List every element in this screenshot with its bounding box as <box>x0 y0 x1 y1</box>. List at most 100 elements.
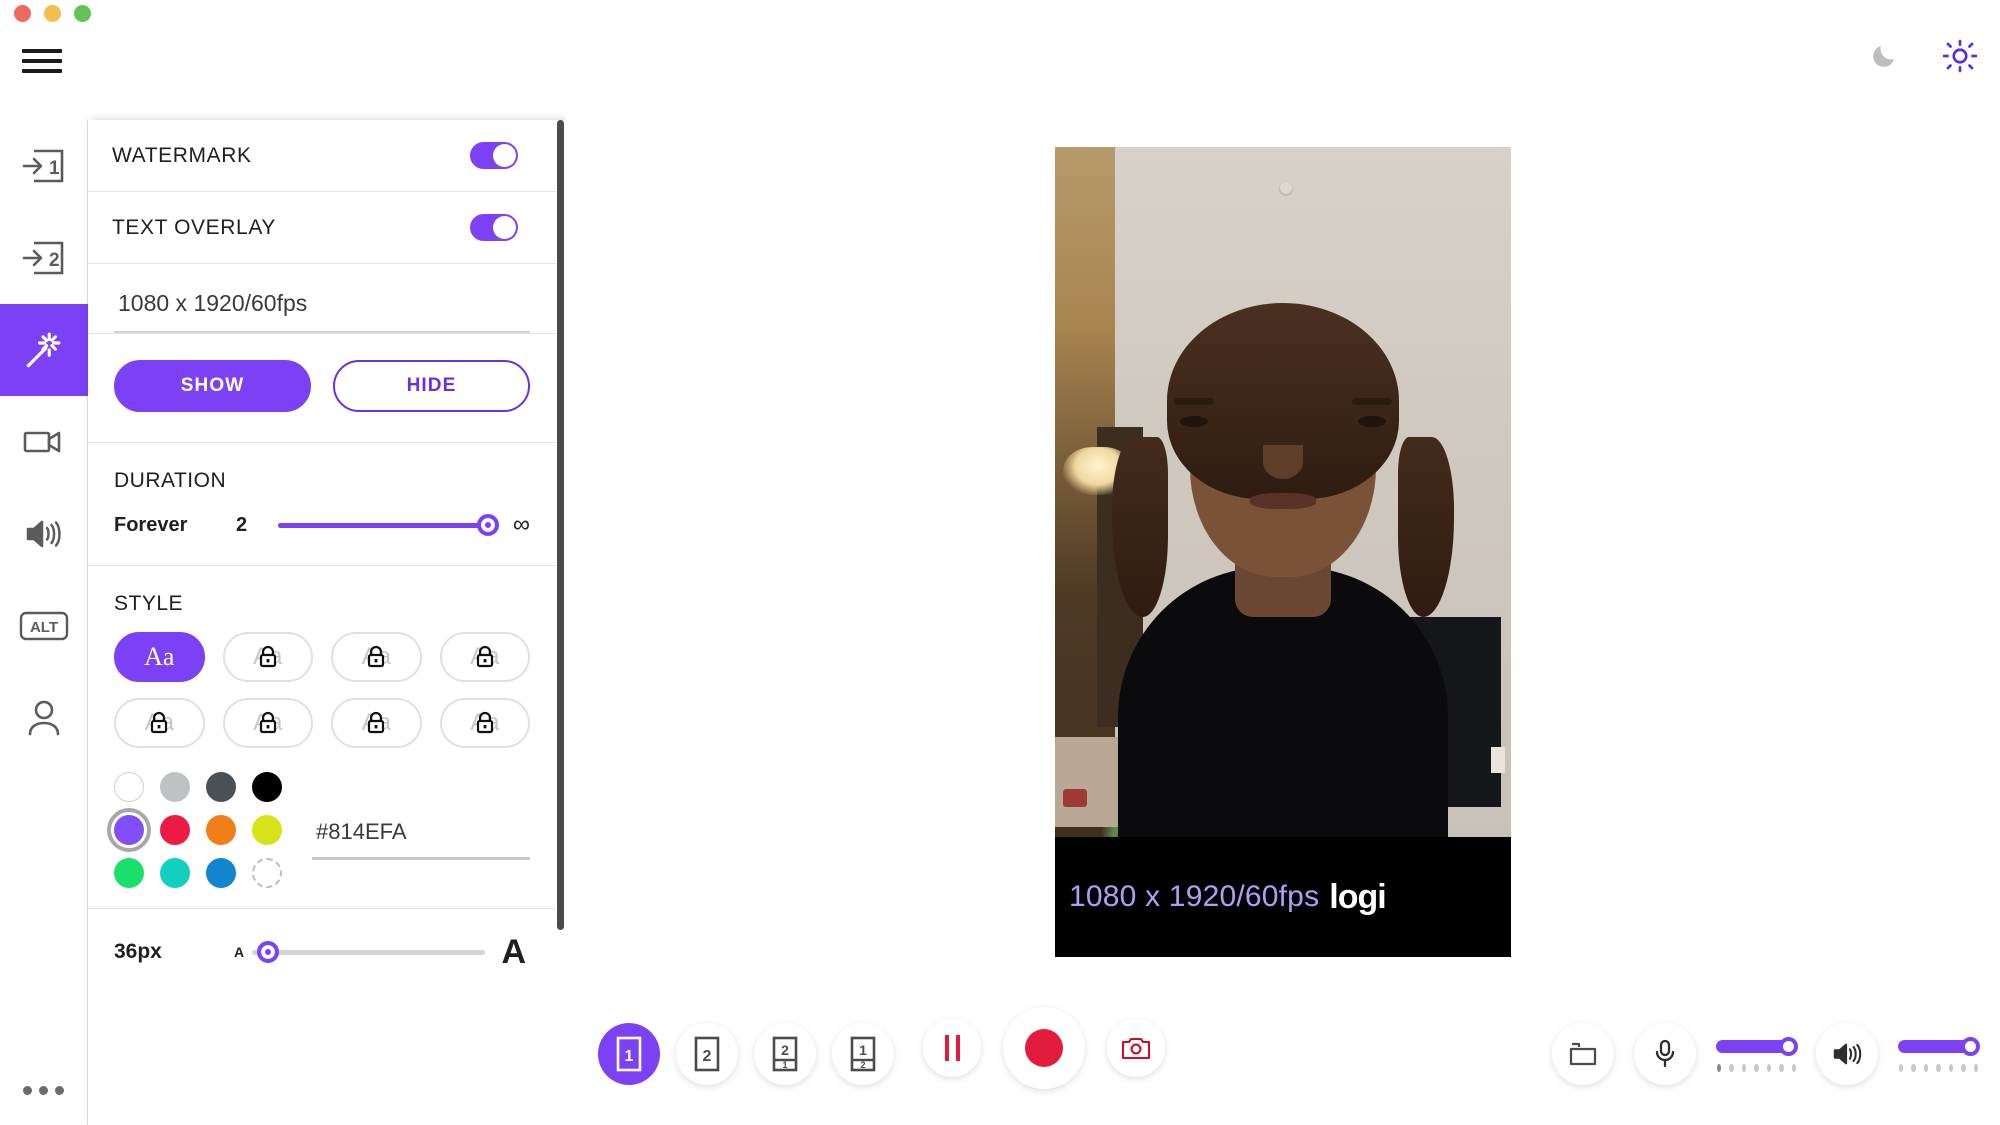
duration-row: Forever 2 ∞ <box>88 503 556 566</box>
style-chip-2[interactable]: Aa <box>222 632 313 682</box>
bottom-toolbar: 122112 <box>88 995 2000 1125</box>
style-section-label: STYLE <box>114 592 184 615</box>
lock-icon <box>368 711 385 734</box>
settings-panel-scroll: WATERMARK TEXT OVERLAY SHOW HIDE DURATIO… <box>88 120 556 1125</box>
layout-1-over-2[interactable]: 12 <box>832 1023 894 1085</box>
speaker-volume-slider[interactable] <box>1898 1036 1980 1056</box>
layout-single-2[interactable]: 2 <box>676 1023 738 1085</box>
style-chip-5[interactable]: Aa <box>114 698 205 748</box>
more-options-button[interactable] <box>0 1055 88 1125</box>
style-chip-7[interactable]: Aa <box>331 698 422 748</box>
watermark-label: WATERMARK <box>112 143 252 167</box>
pause-icon <box>944 1035 960 1061</box>
hide-button[interactable]: HIDE <box>333 360 530 412</box>
layout-2-over-1[interactable]: 21 <box>754 1023 816 1085</box>
layout-button-group: 122112 <box>598 1023 894 1085</box>
font-size-slider-track <box>252 949 486 955</box>
style-chip-8[interactable]: Aa <box>439 698 530 748</box>
microphone-volume-control <box>1716 1036 1798 1072</box>
color-swatch-orange[interactable] <box>206 815 236 845</box>
sidebar-item-audio[interactable] <box>0 488 88 580</box>
sidebar-item-input-1[interactable]: 1 <box>0 120 88 212</box>
camera-icon <box>1121 1037 1151 1060</box>
sun-icon[interactable] <box>1940 36 1980 76</box>
microphone-volume-knob[interactable] <box>1779 1036 1798 1056</box>
record-button[interactable] <box>1003 1007 1085 1089</box>
color-swatch-dark-gray[interactable] <box>206 772 236 802</box>
color-swatch-green[interactable] <box>114 858 144 888</box>
color-swatch-black[interactable] <box>252 772 282 802</box>
dot-3-icon <box>55 1085 64 1095</box>
overlay-text-input[interactable] <box>114 290 530 333</box>
svg-text:1: 1 <box>49 158 60 179</box>
watermark-toggle[interactable] <box>470 142 518 169</box>
dot-1-icon <box>23 1085 32 1095</box>
duration-slider-thumb[interactable] <box>476 514 499 536</box>
style-chip-preview: Aa <box>144 642 175 671</box>
color-swatch-light-gray[interactable] <box>160 772 190 802</box>
transport-controls <box>923 1007 1165 1089</box>
moon-icon[interactable] <box>1864 36 1904 76</box>
color-swatch-red[interactable] <box>160 815 190 845</box>
sidebar-item-camera[interactable] <box>0 396 88 488</box>
lock-icon <box>476 711 493 734</box>
microphone-icon <box>1655 1039 1675 1068</box>
microphone-volume-slider[interactable] <box>1716 1036 1798 1056</box>
person-eye-right <box>1358 416 1386 427</box>
app-window: 1 2 ALT WATERMARK TEXT OVERLAY 1080 x 19… <box>0 0 2000 1125</box>
microphone-button[interactable] <box>1634 1023 1696 1085</box>
speaker-button[interactable] <box>1816 1023 1878 1085</box>
folder-button[interactable] <box>1552 1023 1614 1085</box>
color-area <box>88 770 556 909</box>
pause-button[interactable] <box>923 1019 981 1077</box>
duration-section-label: DURATION <box>114 469 227 492</box>
color-swatch-purple[interactable] <box>107 808 151 852</box>
font-size-slider[interactable] <box>252 941 486 963</box>
color-swatch-yellow[interactable] <box>252 815 282 845</box>
text-overlay-toggle[interactable] <box>470 214 518 241</box>
device-controls <box>1552 1023 1980 1085</box>
person-brow-right <box>1352 398 1392 405</box>
person-hair-left <box>1112 437 1168 617</box>
lock-icon <box>259 645 276 668</box>
sidebar-item-effects[interactable] <box>0 304 88 396</box>
watermark-toggle-knob <box>493 144 516 167</box>
style-chip-6[interactable]: Aa <box>222 698 313 748</box>
style-chip-3[interactable]: Aa <box>331 632 422 682</box>
show-button[interactable]: SHOW <box>114 360 311 412</box>
duration-value: 2 <box>236 513 248 536</box>
window-controls <box>14 5 91 22</box>
minimize-button[interactable] <box>44 5 61 22</box>
panel-scrollbar[interactable] <box>557 120 564 930</box>
hamburger-menu-icon[interactable] <box>22 45 64 77</box>
style-grid: Aa Aa Aa Aa Aa Aa Aa Aa <box>88 626 556 770</box>
style-chip-1[interactable]: Aa <box>114 632 205 682</box>
snapshot-button[interactable] <box>1107 1019 1165 1077</box>
maximize-button[interactable] <box>74 5 91 22</box>
sidebar-item-input-2[interactable]: 2 <box>0 212 88 304</box>
close-button[interactable] <box>14 5 31 22</box>
font-size-row: 36px A A <box>88 909 556 996</box>
person-hair-right <box>1398 437 1454 617</box>
color-swatch-custom[interactable] <box>252 858 282 888</box>
color-swatch-blue[interactable] <box>206 858 236 888</box>
color-swatch-teal[interactable] <box>160 858 190 888</box>
style-chip-4[interactable]: Aa <box>439 632 530 682</box>
svg-text:2: 2 <box>781 1042 789 1058</box>
lock-icon <box>259 711 276 734</box>
speaker-volume-knob[interactable] <box>1961 1036 1980 1056</box>
camera-preview[interactable]: 1080 x 1920/60fps logi <box>1055 147 1511 957</box>
person-brow-left <box>1174 398 1214 405</box>
sidebar-item-account[interactable] <box>0 672 88 764</box>
speaker-level-meter <box>1898 1063 1978 1072</box>
watermark-row: WATERMARK <box>88 120 556 192</box>
font-size-small-label: A <box>234 944 245 960</box>
font-size-slider-thumb[interactable] <box>257 941 280 963</box>
sidebar-item-alt[interactable]: ALT <box>0 580 88 672</box>
layout-single-1[interactable]: 1 <box>598 1023 660 1085</box>
folder-icon <box>1569 1042 1597 1066</box>
hex-color-input[interactable] <box>312 818 530 860</box>
text-overlay-label: TEXT OVERLAY <box>112 215 276 239</box>
color-swatch-white[interactable] <box>114 772 144 802</box>
duration-slider[interactable] <box>278 514 499 536</box>
